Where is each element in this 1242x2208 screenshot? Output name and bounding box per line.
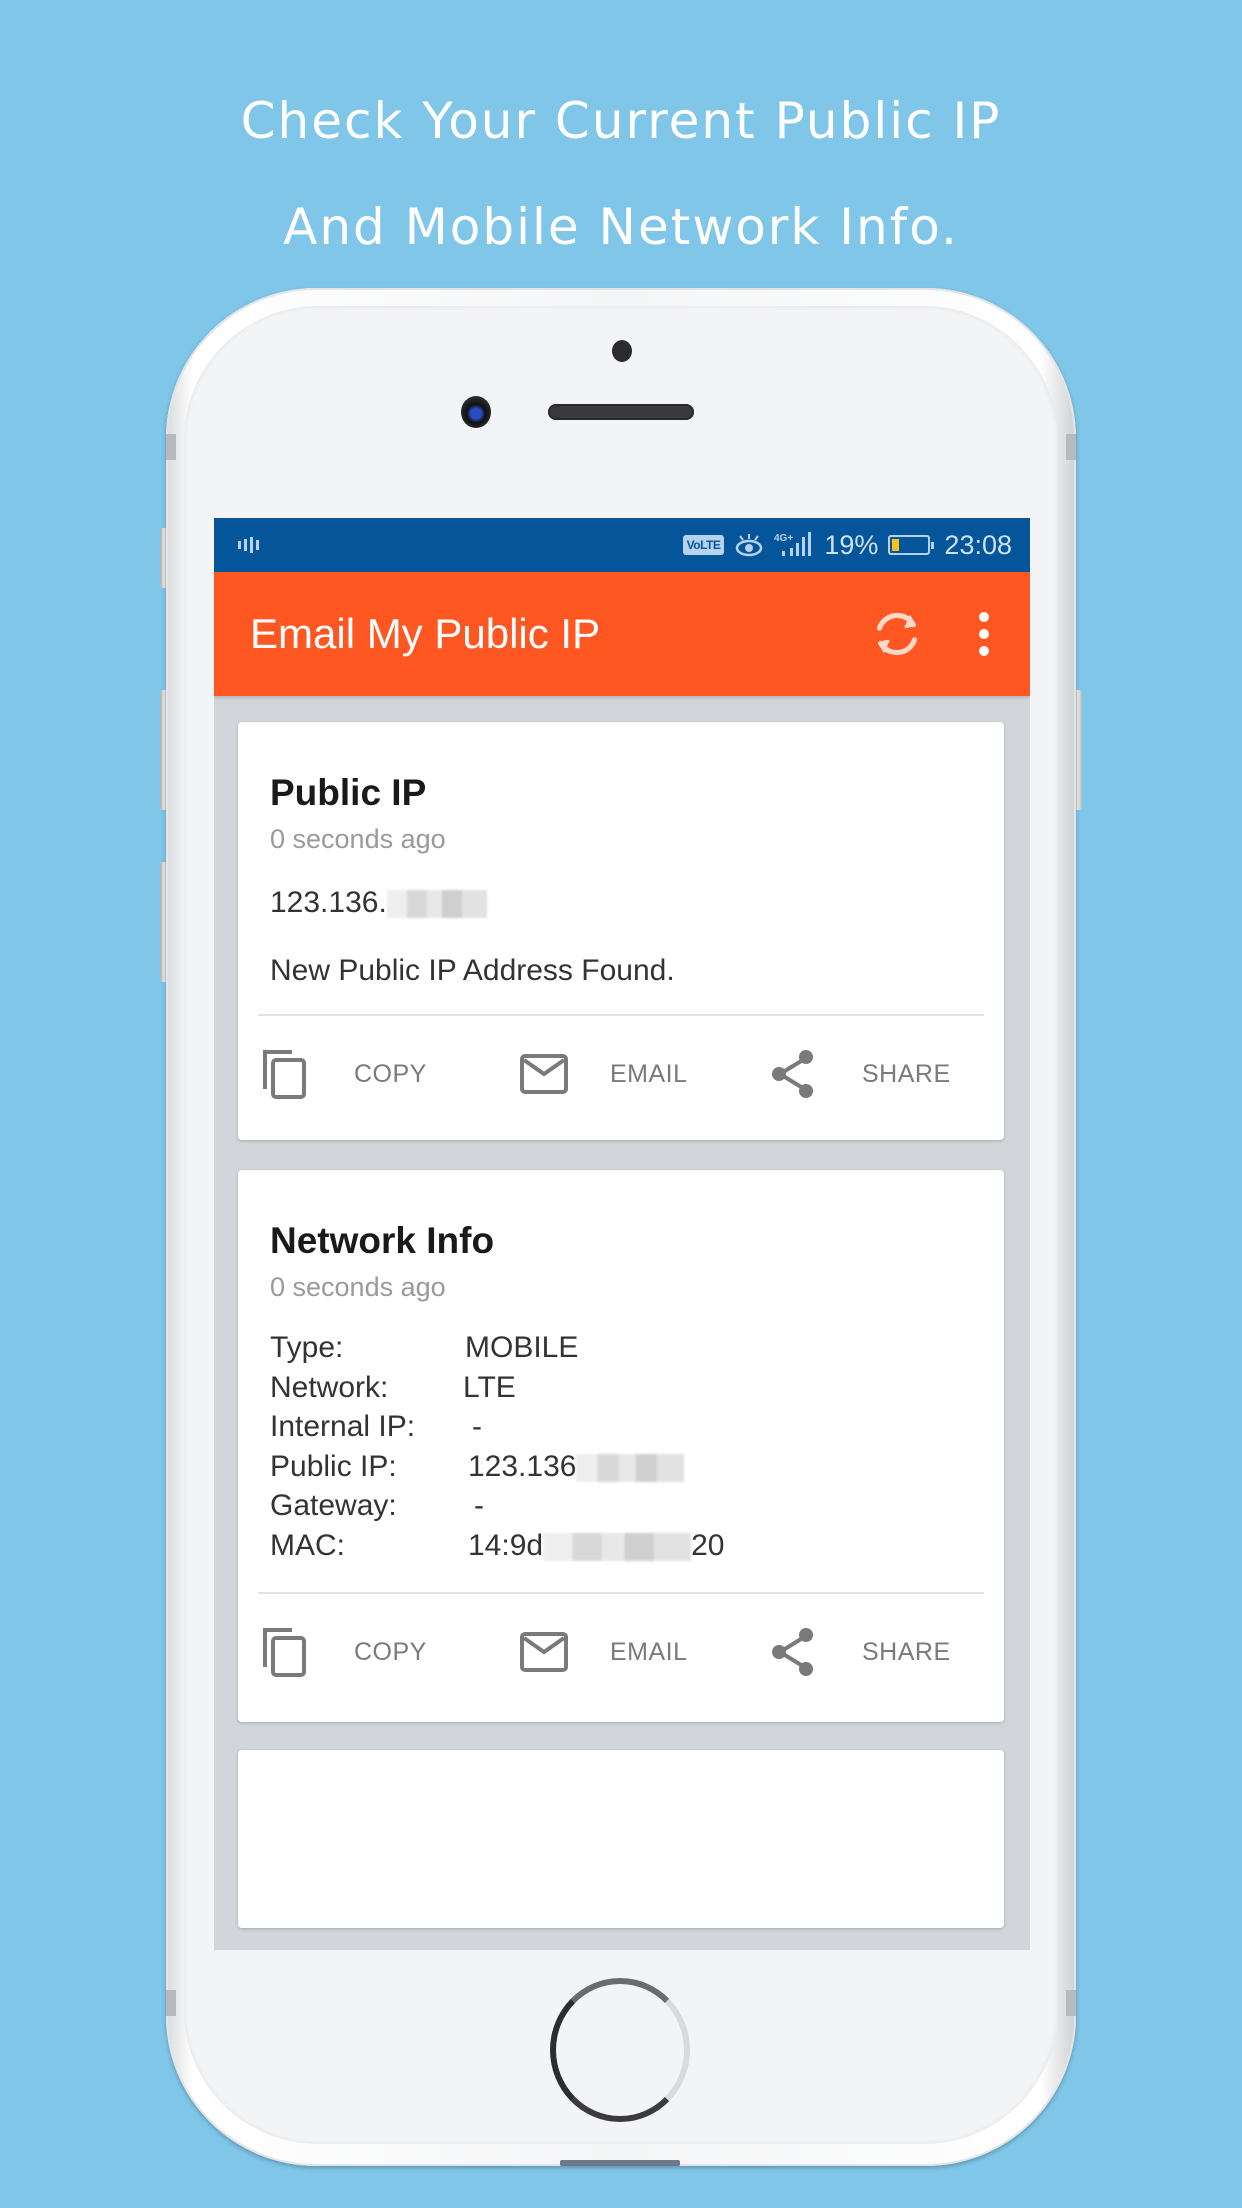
detail-label: MAC: (270, 1528, 345, 1562)
divider (258, 1014, 984, 1016)
status-bar: VoLTE 4G+ 19% 23:08 (214, 518, 1030, 572)
copy-icon (263, 1628, 306, 1677)
empty-card (238, 1750, 1004, 1928)
headline-line-1: Check Your Current Public IP (240, 92, 1002, 150)
volte-icon: VoLTE (682, 535, 725, 555)
more-options-button[interactable] (964, 599, 1004, 669)
email-button[interactable]: EMAIL (520, 1612, 688, 1692)
detail-label: Type: (270, 1331, 344, 1364)
battery-percent: 19% (824, 529, 879, 560)
refresh-icon (876, 612, 918, 656)
detail-row-gateway: Gateway: - (270, 1486, 724, 1526)
card-actions: COPY EMAIL SHARE (238, 1612, 1004, 1692)
detail-row-network: Network: LTE (270, 1368, 724, 1408)
proximity-sensor (612, 340, 632, 362)
ip-visible-part: 123.136. (270, 886, 387, 919)
detail-label: Network: (270, 1370, 389, 1404)
earpiece-speaker (548, 404, 694, 420)
detail-value: - (474, 1489, 484, 1522)
svg-text:4G+: 4G+ (774, 533, 793, 544)
detail-row-internal-ip: Internal IP: - (270, 1407, 724, 1447)
detail-row-type: Type: MOBILE (270, 1328, 724, 1368)
detail-row-public-ip: Public IP: 123.136 (270, 1447, 724, 1487)
detail-value: 14:9d 20 (468, 1528, 725, 1562)
antenna-line (166, 1990, 176, 2016)
share-icon (772, 1050, 813, 1098)
copy-label: COPY (354, 1637, 427, 1666)
promo-stage: Check Your Current Public IP And Mobile … (0, 0, 1242, 2208)
lightning-port (560, 2160, 680, 2166)
antenna-line (166, 434, 176, 460)
battery-icon (888, 535, 935, 555)
sound-wave-icon (238, 537, 259, 553)
signal-bars-icon: 4G+ (774, 532, 812, 556)
redacted-ip-part (386, 890, 487, 919)
more-vert-icon (979, 612, 989, 622)
copy-button[interactable]: COPY (262, 1612, 427, 1692)
refresh-button[interactable] (862, 599, 932, 669)
detail-value: - (472, 1410, 482, 1443)
clock: 23:08 (944, 529, 1012, 560)
copy-label: COPY (354, 1059, 427, 1088)
email-icon (520, 1632, 568, 1672)
detail-value: 123.136 (468, 1447, 685, 1487)
email-label: EMAIL (610, 1059, 688, 1088)
email-label: EMAIL (610, 1637, 688, 1666)
detail-value: LTE (463, 1370, 516, 1404)
network-details: Type: MOBILE Network: LTE Internal IP: -… (270, 1328, 724, 1565)
share-button[interactable]: SHARE (770, 1612, 951, 1692)
detail-label: Public IP: (270, 1449, 397, 1483)
share-icon (772, 1628, 813, 1676)
share-label: SHARE (862, 1637, 951, 1666)
network-info-card: Network Info 0 seconds ago Type: MOBILE … (238, 1170, 1004, 1722)
redacted-mac-part (543, 1532, 692, 1561)
email-button[interactable]: EMAIL (520, 1034, 688, 1114)
card-title: Public IP (270, 772, 427, 813)
public-ip-card: Public IP 0 seconds ago 123.136. New Pub… (238, 722, 1004, 1140)
home-button[interactable] (550, 1978, 690, 2122)
email-icon (520, 1054, 568, 1094)
front-camera (461, 396, 491, 428)
app-title: Email My Public IP (250, 610, 601, 657)
antenna-line (1066, 1990, 1076, 2016)
share-button[interactable]: SHARE (770, 1034, 951, 1114)
share-label: SHARE (862, 1059, 951, 1088)
redacted-ip-part (576, 1453, 685, 1482)
detail-value: MOBILE (465, 1331, 579, 1364)
eye-comfort-icon (736, 534, 763, 557)
copy-button[interactable]: COPY (262, 1034, 427, 1114)
updated-time: 0 seconds ago (270, 1272, 446, 1302)
updated-time: 0 seconds ago (270, 824, 446, 854)
app-bar: Email My Public IP (214, 572, 1030, 696)
detail-label: Gateway: (270, 1489, 397, 1522)
copy-icon (263, 1050, 306, 1099)
card-actions: COPY EMAIL SHARE (238, 1034, 1004, 1114)
detail-row-mac: MAC: 14:9d 20 (270, 1526, 724, 1566)
phone-screen: VoLTE 4G+ 19% 23:08 Email My Public IP P… (214, 518, 1030, 1950)
ip-status-message: New Public IP Address Found. (270, 954, 675, 987)
public-ip-value[interactable]: 123.136. (270, 886, 487, 920)
headline-line-2: And Mobile Network Info. (283, 198, 959, 256)
card-title: Network Info (270, 1220, 495, 1261)
divider (258, 1592, 984, 1594)
antenna-line (1066, 434, 1076, 460)
detail-label: Internal IP: (270, 1410, 416, 1443)
